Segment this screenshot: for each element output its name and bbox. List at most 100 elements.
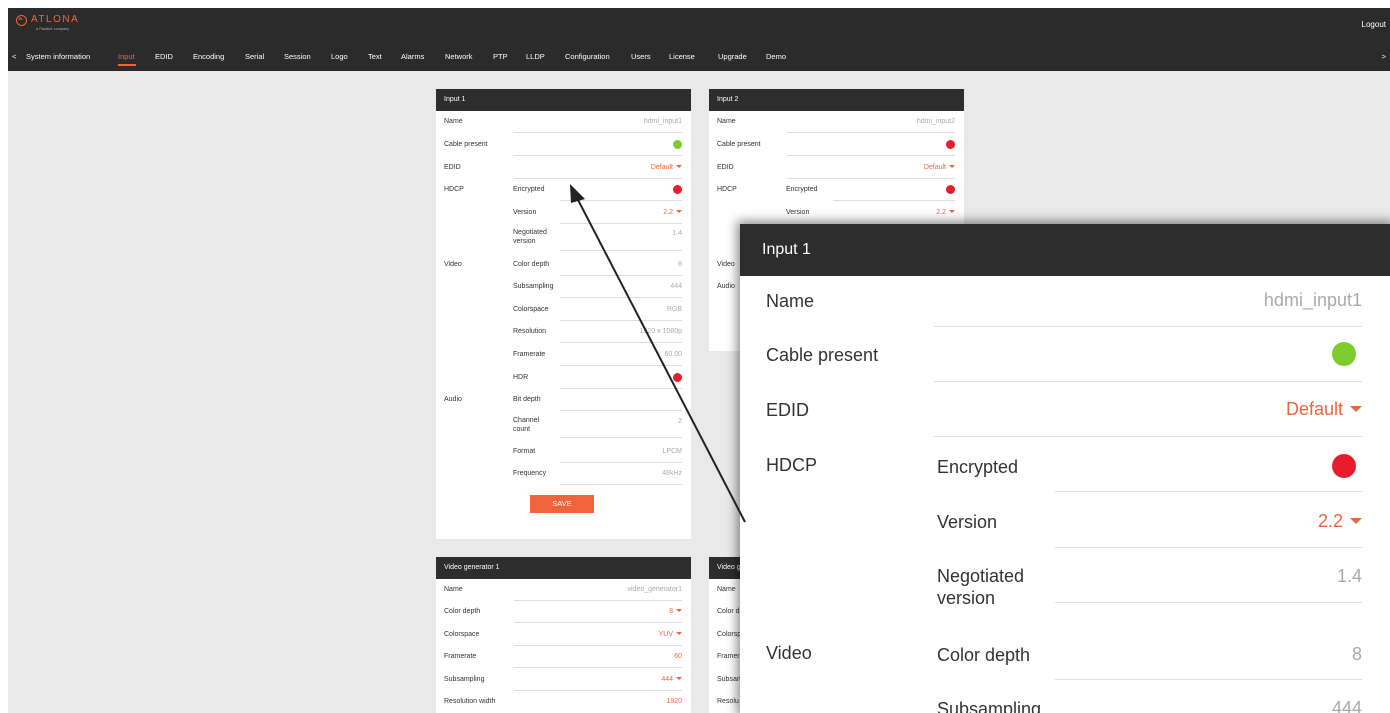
name-label: Name (717, 586, 736, 593)
divider (560, 297, 682, 298)
zoom-edid-select[interactable]: Default (1286, 399, 1362, 420)
tab-alarms[interactable]: Alarms (401, 52, 424, 61)
format-label: Format (513, 448, 536, 455)
tab-ptp[interactable]: PTP (493, 52, 508, 61)
subsampling-value: 444 (670, 283, 682, 290)
vg1-color-depth-select[interactable]: 8 (669, 608, 682, 615)
name-label: Name (444, 118, 463, 125)
zoom-hdcp-version-select[interactable]: 2.2 (1318, 511, 1362, 532)
edid-select[interactable]: Default (651, 164, 682, 171)
tab-logo[interactable]: Logo (331, 52, 348, 61)
save-button[interactable]: SAVE (530, 495, 594, 513)
hdcp-version-select[interactable]: 2.2 (936, 209, 955, 216)
hdcp-version-select[interactable]: 2.2 (663, 209, 682, 216)
zoom-encrypted-label: Encrypted (937, 457, 1019, 477)
vg1-colorspace-value: YUV (658, 631, 673, 638)
input2-name-value[interactable]: hdmi_input2 (917, 118, 955, 125)
audio-label: Audio (444, 396, 462, 403)
divider (514, 667, 682, 668)
tab-encoding[interactable]: Encoding (193, 52, 224, 61)
zoom-name-value[interactable]: hdmi_input1 (1264, 290, 1362, 311)
zoom-color-depth-value: 8 (1351, 644, 1362, 664)
tab-system-information[interactable]: System information (26, 52, 90, 61)
video-label: Video (444, 261, 462, 268)
divider (560, 437, 682, 438)
input2-header: Input 2 (709, 89, 964, 111)
divider (560, 275, 682, 276)
hdcp-label: HDCP (717, 186, 737, 193)
version-label: Version (786, 209, 810, 216)
divider (560, 365, 682, 366)
cable-present-label: Cable present (717, 141, 761, 148)
divider (514, 132, 682, 133)
divider (1055, 547, 1362, 548)
edid-select[interactable]: Default (924, 164, 955, 171)
hdr-status-indicator (673, 373, 682, 382)
chevron-down-icon (1350, 518, 1362, 524)
zoom-cable-status-indicator (1332, 342, 1356, 366)
divider (560, 484, 682, 485)
tab-configuration[interactable]: Configuration (565, 52, 610, 61)
bit-depth-label: Bit depth (513, 396, 541, 403)
brand-tagline: a Panduit company (36, 27, 70, 31)
input2-title: Input 2 (717, 96, 739, 103)
divider (514, 622, 682, 623)
cable-present-label: Cable present (444, 141, 488, 148)
divider (934, 326, 1362, 327)
chevron-down-icon (676, 609, 682, 612)
nav-scroll-right-icon[interactable]: > (1382, 52, 1386, 61)
version-label: Version (513, 209, 537, 216)
nav-scroll-left-icon[interactable]: < (12, 52, 16, 61)
tab-serial[interactable]: Serial (245, 52, 264, 61)
divider (560, 462, 682, 463)
hdcp-version-value: 2.2 (663, 209, 673, 216)
divider (1055, 679, 1362, 680)
colorspace-label: Colorsp (717, 631, 742, 638)
divider (560, 320, 682, 321)
divider (787, 132, 955, 133)
tab-demo[interactable]: Demo (766, 52, 786, 61)
tab-edid[interactable]: EDID (155, 52, 173, 61)
chevron-down-icon (1350, 406, 1362, 412)
color-depth-label: Color d (717, 608, 740, 615)
edid-value: Default (650, 164, 673, 171)
tab-license[interactable]: License (669, 52, 695, 61)
resolution-label: Resolu (717, 698, 739, 705)
tab-network[interactable]: Network (445, 52, 473, 61)
tab-users[interactable]: Users (631, 52, 651, 61)
divider (560, 342, 682, 343)
divider (560, 200, 682, 201)
vg1-framerate-value[interactable]: 60 (674, 653, 682, 660)
divider (934, 436, 1362, 437)
tab-input[interactable]: Input (118, 52, 135, 61)
tab-upgrade[interactable]: Upgrade (718, 52, 747, 61)
cable-status-indicator (673, 140, 682, 149)
chevron-down-icon (676, 210, 682, 213)
zoom-version-label: Version (937, 512, 998, 532)
edid-label: EDID (444, 164, 461, 171)
divider (833, 200, 955, 201)
divider (514, 178, 682, 179)
edid-value: Default (923, 164, 946, 171)
negotiated-version-label: Negotiated version (513, 229, 547, 245)
logout-link[interactable]: Logout (1362, 20, 1386, 29)
chevron-down-icon (676, 165, 682, 168)
vg1-name-value[interactable]: video_generator1 (628, 586, 683, 593)
tab-text[interactable]: Text (368, 52, 382, 61)
tab-lldp[interactable]: LLDP (526, 52, 545, 61)
main-nav: < System information Input EDID Encoding… (8, 48, 1390, 68)
vg1-subsampling-select[interactable]: 444 (661, 676, 682, 683)
vg1-resolution-width-value[interactable]: 1920 (666, 698, 682, 705)
edid-label: EDID (717, 164, 734, 171)
tab-session[interactable]: Session (284, 52, 311, 61)
vg1-colorspace-select[interactable]: YUV (659, 631, 682, 638)
color-depth-value: 8 (678, 261, 682, 268)
vg2-title: Video g (717, 564, 741, 571)
divider (514, 155, 682, 156)
resolution-width-label: Resolution width (444, 698, 496, 705)
color-depth-label: Color depth (444, 608, 481, 615)
input1-name-value[interactable]: hdmi_input1 (644, 118, 682, 125)
framerate-label: Framerate (444, 653, 477, 660)
zoom-input1-header: Input 1 (740, 224, 1390, 276)
zoom-input1-title: Input 1 (762, 241, 811, 258)
